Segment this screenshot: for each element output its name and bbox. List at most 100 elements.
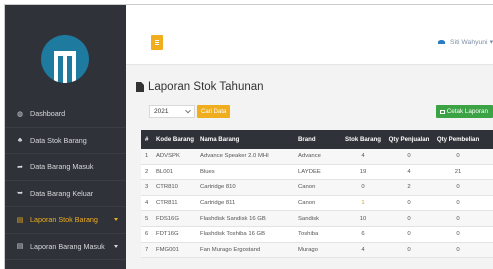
cell-col-qty-penjualan: 4: [407, 168, 411, 175]
cell-col-kode-barang: BL001: [156, 168, 174, 175]
cell-col-nama-barang: Cartridge 810: [200, 184, 236, 191]
cell-col-kode-barang: CTR811: [156, 200, 178, 207]
cell-col-qty-pembelian: 0: [456, 246, 460, 253]
boxes-icon: ♣: [17, 136, 23, 144]
user-name: Siti Wahyuni: [450, 38, 488, 46]
cell-col-number: 5: [145, 215, 149, 222]
cell-col-qty-penjualan: 0: [407, 215, 411, 222]
page-title: Laporan Stok Tahunan: [136, 81, 264, 93]
app-window: ◍ Dashboard ♣ Data Stok Barang ➦ Data Barang …: [4, 4, 493, 269]
menu-toggle-button[interactable]: [151, 35, 163, 50]
cell-col-brand: Toshiba: [298, 231, 319, 238]
cell-col-nama-barang: Blues: [200, 168, 215, 175]
table-row: 7 FMG001 Fan Murago Ergostand Murago 4 0 0: [141, 242, 493, 259]
table-header: # Kode Barang Nama Barang Brand Stok Barang Q…: [141, 130, 493, 149]
sidebar-item-label: Laporan Stok Barang: [30, 215, 98, 225]
print-report-label: Cetak Laporan: [446, 108, 488, 115]
header-col-kode-barang: Kode Barang: [156, 136, 194, 143]
search-button[interactable]: Cari Data: [197, 105, 231, 118]
table-row: 4 CTR811 Cartridge 811 Canon 1 0 0: [141, 195, 493, 212]
cell-col-nama-barang: Advance Speaker 2.0 MHI: [200, 153, 269, 160]
reply-icon: ➥: [17, 190, 23, 198]
filter-bar: 2021 Cari Data: [149, 105, 231, 118]
sidebar-item-data-barang-masuk[interactable]: ➦ Data Barang Masuk: [5, 154, 126, 181]
cell-col-brand: Canon: [298, 200, 316, 207]
cell-col-kode-barang: CTR810: [156, 184, 178, 191]
cell-col-qty-penjualan: 0: [407, 231, 411, 238]
sidebar-nav: ◍ Dashboard ♣ Data Stok Barang ➦ Data Barang …: [5, 101, 126, 260]
cell-col-kode-barang: FMG001: [156, 246, 179, 253]
sidebar-item-label: Laporan Barang Masuk: [30, 241, 105, 251]
sidebar-item-data-stok-barang[interactable]: ♣ Data Stok Barang: [5, 128, 126, 154]
cell-col-qty-penjualan: 2: [407, 184, 411, 191]
cell-col-stok-barang: 6: [361, 231, 365, 238]
cell-col-qty-pembelian: 0: [456, 200, 460, 207]
cell-col-qty-penjualan: 0: [407, 153, 411, 160]
sidebar-item-dashboard[interactable]: ◍ Dashboard: [5, 101, 126, 128]
cell-col-brand: Advance: [298, 153, 321, 160]
sidebar-item-label: Dashboard: [30, 109, 66, 119]
sidebar-item-label: Data Barang Masuk: [30, 162, 94, 172]
user-avatar-icon: [438, 40, 446, 44]
main-area: Siti Wahyuni ▾ Laporan Stok Tahunan 2021…: [126, 5, 493, 269]
table-row: 6 FDT16G Flashdisk Toshiba 16 GB Toshiba 6 0 0: [141, 226, 493, 243]
header-col-qty-pembelian: Qty Pembelian: [436, 136, 480, 143]
sidebar-item-label: Data Stok Barang: [30, 135, 87, 145]
cell-col-number: 1: [145, 153, 149, 160]
cell-col-brand: Sandisk: [298, 215, 319, 222]
cell-col-nama-barang: Flashdisk Sandisk 16 GB: [200, 215, 266, 222]
caret-down-icon: [114, 244, 118, 248]
table-row: 3 CTR810 Cartridge 810 Canon 0 2 0: [141, 180, 493, 196]
topbar: Siti Wahyuni ▾: [126, 5, 493, 65]
user-menu[interactable]: Siti Wahyuni ▾: [438, 38, 493, 46]
header-col-qty-penjualan: Qty Penjualan: [388, 136, 430, 143]
cell-col-stok-barang: 1: [361, 200, 365, 207]
dashboard-icon: ◍: [16, 110, 24, 118]
cell-col-qty-penjualan: 0: [407, 200, 411, 207]
hamburger-icon: [155, 40, 159, 45]
stock-table: # Kode Barang Nama Barang Brand Stok Barang Q…: [141, 130, 493, 259]
cell-col-brand: Canon: [298, 184, 316, 191]
table-body: 1 ADVSPK Advance Speaker 2.0 MHI Advance 4 0 0…: [141, 149, 493, 259]
cell-col-nama-barang: Flashdisk Toshiba 16 GB: [200, 231, 266, 238]
header-col-number: #: [145, 136, 149, 143]
print-report-button[interactable]: Cetak Laporan: [435, 105, 493, 118]
cell-col-stok-barang: 0: [361, 184, 365, 191]
share-icon: ➦: [17, 163, 23, 171]
cell-col-qty-pembelian: 0: [456, 215, 460, 222]
cell-col-number: 2: [145, 168, 149, 175]
cell-col-kode-barang: ADVSPK: [156, 153, 180, 160]
content: Laporan Stok Tahunan 2021 Cari Data Ceta…: [126, 65, 493, 269]
cell-col-nama-barang: Cartridge 811: [200, 200, 236, 207]
sidebar-item-data-barang-keluar[interactable]: ➥ Data Barang Keluar: [5, 181, 126, 207]
year-select-value: 2021: [154, 108, 169, 115]
chevron-down-icon: [185, 107, 191, 113]
chevron-down-icon: ▾: [489, 39, 493, 46]
cell-col-brand: LAYDEE: [298, 168, 321, 175]
year-select[interactable]: 2021: [149, 105, 195, 118]
cell-col-qty-pembelian: 21: [454, 168, 462, 175]
cell-col-stok-barang: 4: [361, 153, 365, 160]
cell-col-brand: Murago: [298, 246, 318, 253]
cell-col-nama-barang: Fan Murago Ergostand: [200, 246, 261, 253]
print-icon: [439, 109, 445, 114]
cell-col-stok-barang: 19: [359, 168, 367, 175]
cell-col-qty-pembelian: 0: [456, 231, 460, 238]
cell-col-stok-barang: 4: [361, 246, 365, 253]
file-icon: [136, 82, 144, 92]
cell-col-stok-barang: 10: [359, 215, 367, 222]
cell-col-qty-pembelian: 0: [456, 184, 460, 191]
file-icon: ▤: [16, 216, 24, 224]
header-col-nama-barang: Nama Barang: [200, 136, 240, 143]
sidebar: ◍ Dashboard ♣ Data Stok Barang ➦ Data Barang …: [5, 5, 126, 269]
sidebar-item-laporan-barang-masuk[interactable]: ▤ Laporan Barang Masuk: [5, 234, 126, 260]
cell-col-qty-penjualan: 0: [407, 246, 411, 253]
table-row: 5 FDS16G Flashdisk Sandisk 16 GB Sandisk 10 0…: [141, 211, 493, 227]
header-col-stok-barang: Stok Barang: [345, 136, 381, 143]
table-row: 2 BL001 Blues LAYDEE 19 4 21: [141, 164, 493, 181]
cell-col-kode-barang: FDT16G: [156, 231, 179, 238]
cell-col-number: 6: [145, 231, 149, 238]
cell-col-number: 3: [145, 184, 149, 191]
sidebar-item-laporan-stok-barang[interactable]: ▤ Laporan Stok Barang: [5, 207, 126, 234]
cell-col-qty-pembelian: 0: [456, 153, 460, 160]
